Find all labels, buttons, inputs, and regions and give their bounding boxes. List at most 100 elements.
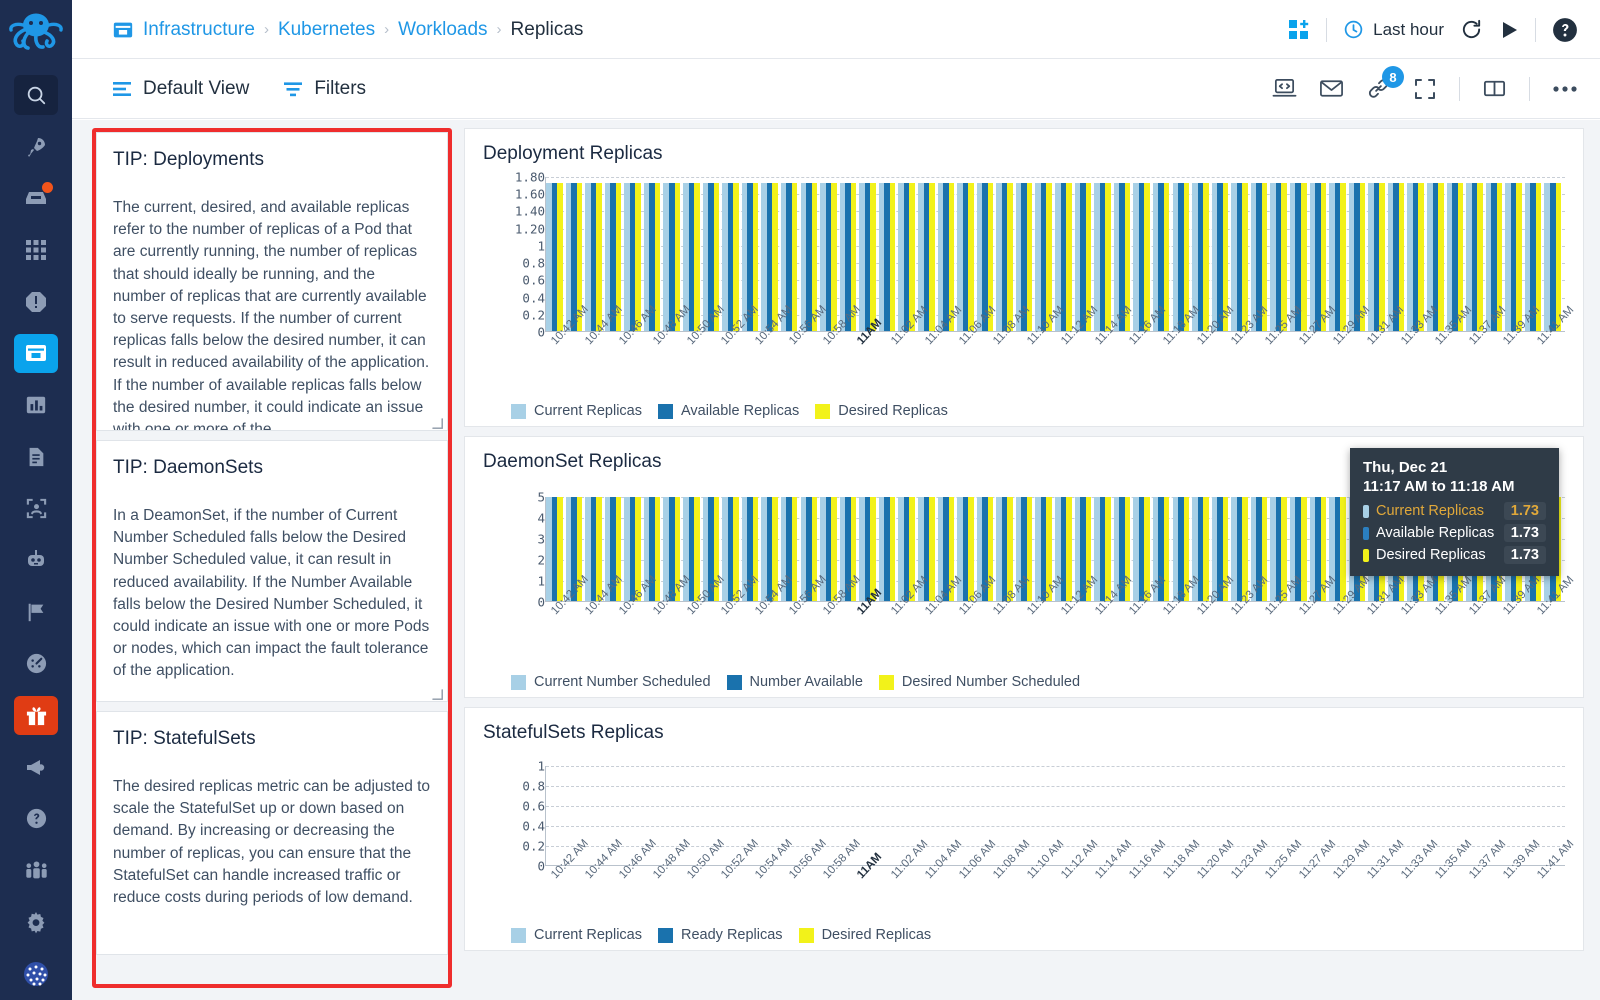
breadcrumb-item-infrastructure[interactable]: Infrastructure <box>143 19 255 41</box>
archive-box-icon <box>112 19 134 41</box>
sidebar-item-help[interactable] <box>14 799 58 839</box>
tooltip-series-name: Available Replicas <box>1376 525 1495 541</box>
sidebar-item-rocket[interactable] <box>14 127 58 167</box>
tooltip-series-swatch <box>1363 526 1369 540</box>
legend-swatch <box>511 403 526 419</box>
legend-label: Current Number Scheduled <box>534 674 711 690</box>
tips-column-highlight: TIP: Deployments The current, desired, a… <box>92 128 452 988</box>
tooltip-series-swatch <box>1363 504 1369 518</box>
sidebar-item-settings[interactable] <box>14 903 58 943</box>
gear-icon <box>24 910 48 934</box>
sidebar-item-flags[interactable] <box>14 592 58 632</box>
sidebar-item-alerts[interactable] <box>14 282 58 322</box>
tooltip-series-value: 1.73 <box>1503 502 1546 520</box>
sidebar-item-inbox[interactable] <box>14 178 58 218</box>
breadcrumb: Infrastructure › Kubernetes › Workloads … <box>112 0 583 59</box>
legend-swatch <box>726 674 742 690</box>
tooltip-row: Available Replicas 1.73 <box>1363 524 1546 542</box>
tooltip-row: Current Replicas 1.73 <box>1363 502 1546 520</box>
y-tick-label: 0.6 <box>522 272 545 288</box>
legend-item[interactable]: Desired Replicas <box>798 927 931 943</box>
gauge-icon <box>25 652 48 675</box>
breadcrumb-item-kubernetes[interactable]: Kubernetes <box>278 19 375 41</box>
plot-deployment-replicas[interactable]: 1.80 1.60 1.40 1.20 1 0.8 0.6 0.4 0.2 0 <box>505 170 1565 340</box>
clock-icon <box>1343 19 1364 40</box>
legend-label: Desired Replicas <box>838 403 948 419</box>
split-view-icon[interactable] <box>1482 76 1507 101</box>
expand-icon[interactable] <box>1413 77 1437 101</box>
legend-statefulsets-replicas: Current Replicas Ready Replicas Desired Re… <box>511 927 931 943</box>
sidebar-item-team[interactable] <box>14 851 58 891</box>
filters-button[interactable]: Filters <box>283 78 366 100</box>
y-tick-label: 1.80 <box>514 169 545 185</box>
legend-item[interactable]: Current Number Scheduled <box>511 674 711 690</box>
y-axis-labels: 5 4 3 2 1 0 <box>505 490 545 610</box>
legend-label: Desired Number Scheduled <box>901 674 1081 690</box>
y-tick-label: 4 <box>537 510 545 526</box>
tooltip-time-range: 11:17 AM to 11:18 AM <box>1363 478 1515 495</box>
time-range-picker[interactable]: Last hour <box>1343 19 1444 40</box>
y-tick-label: 0.4 <box>522 290 545 306</box>
tip-title: TIP: StatefulSets <box>113 728 256 749</box>
y-tick-label: 0 <box>537 594 545 610</box>
tooltip-series-value: 1.73 <box>1503 524 1546 542</box>
filters-label: Filters <box>314 77 367 99</box>
user-frame-icon <box>25 497 48 520</box>
help-circle-icon[interactable] <box>1552 17 1578 43</box>
refresh-icon[interactable] <box>1460 18 1483 41</box>
sidebar-item-logs[interactable] <box>14 437 58 477</box>
chart-tooltip: Thu, Dec 21 11:17 AM to 11:18 AM Current… <box>1350 448 1559 576</box>
embed-code-icon[interactable] <box>1272 76 1297 101</box>
sidebar-item-synthetics[interactable] <box>14 540 58 580</box>
sidebar-item-account[interactable] <box>14 954 58 994</box>
sidebar-item-search[interactable] <box>14 75 58 115</box>
left-nav-rail <box>0 0 72 1000</box>
y-tick-label: 0.2 <box>522 838 545 854</box>
legend-item[interactable]: Desired Replicas <box>815 403 948 419</box>
email-icon[interactable] <box>1319 76 1344 101</box>
tip-card-deployments: TIP: Deployments The current, desired, a… <box>96 132 448 431</box>
sidebar-item-whats-new[interactable] <box>14 695 58 736</box>
legend-swatch <box>658 927 673 943</box>
resize-handle[interactable] <box>432 416 443 429</box>
filter-icon <box>283 79 303 99</box>
legend-swatch <box>878 674 894 690</box>
gridline <box>546 766 1565 767</box>
legend-item[interactable]: Current Replicas <box>511 927 642 943</box>
alert-octagon-icon <box>24 290 48 314</box>
legend-swatch <box>658 403 673 419</box>
breadcrumb-item-workloads[interactable]: Workloads <box>398 19 487 41</box>
x-axis-daemonset-replicas: 10:42 AM 10:44 AM 10:46 AM 10:48 AM 10:50 AM… <box>545 573 1576 667</box>
share-link-button[interactable]: 8 <box>1366 66 1404 101</box>
legend-item[interactable]: Available Replicas <box>658 403 799 419</box>
y-tick-label: 0.6 <box>522 798 545 814</box>
default-view-label: Default View <box>143 77 250 99</box>
legend-item[interactable]: Number Available <box>726 674 863 690</box>
default-view-button[interactable]: Default View <box>112 78 249 100</box>
view-controls: Default View Filters <box>112 59 366 118</box>
legend-item[interactable]: Ready Replicas <box>658 927 783 943</box>
time-range-label: Last hour <box>1373 19 1444 39</box>
plot-statefulsets-replicas[interactable]: 1 0.8 0.6 0.4 0.2 0 <box>505 759 1565 874</box>
more-icon[interactable] <box>1552 85 1578 93</box>
add-tile-icon[interactable] <box>1288 19 1310 41</box>
legend-item[interactable]: Current Replicas <box>511 403 642 419</box>
sidebar-item-announcements[interactable] <box>14 747 58 787</box>
app-subheader: Default View Filters 8 <box>72 59 1600 119</box>
octopus-logo[interactable] <box>8 8 64 59</box>
legend-item[interactable]: Desired Number Scheduled <box>878 674 1081 690</box>
legend-swatch <box>511 674 526 690</box>
sidebar-item-user-sessions[interactable] <box>14 489 58 529</box>
gridline <box>546 786 1565 787</box>
play-icon[interactable] <box>1499 20 1519 40</box>
sidebar-item-dashboards[interactable] <box>14 644 58 684</box>
sidebar-item-apps[interactable] <box>14 230 58 270</box>
chart-title: StatefulSets Replicas <box>483 722 664 743</box>
megaphone-icon <box>24 755 48 779</box>
resize-handle[interactable] <box>432 687 443 700</box>
y-tick-label: 0.2 <box>522 307 545 323</box>
sidebar-item-analytics[interactable] <box>14 385 58 425</box>
sidebar-item-infrastructure[interactable] <box>14 333 58 374</box>
y-tick-label: 0 <box>537 858 545 874</box>
y-tick-label: 0 <box>537 324 545 340</box>
